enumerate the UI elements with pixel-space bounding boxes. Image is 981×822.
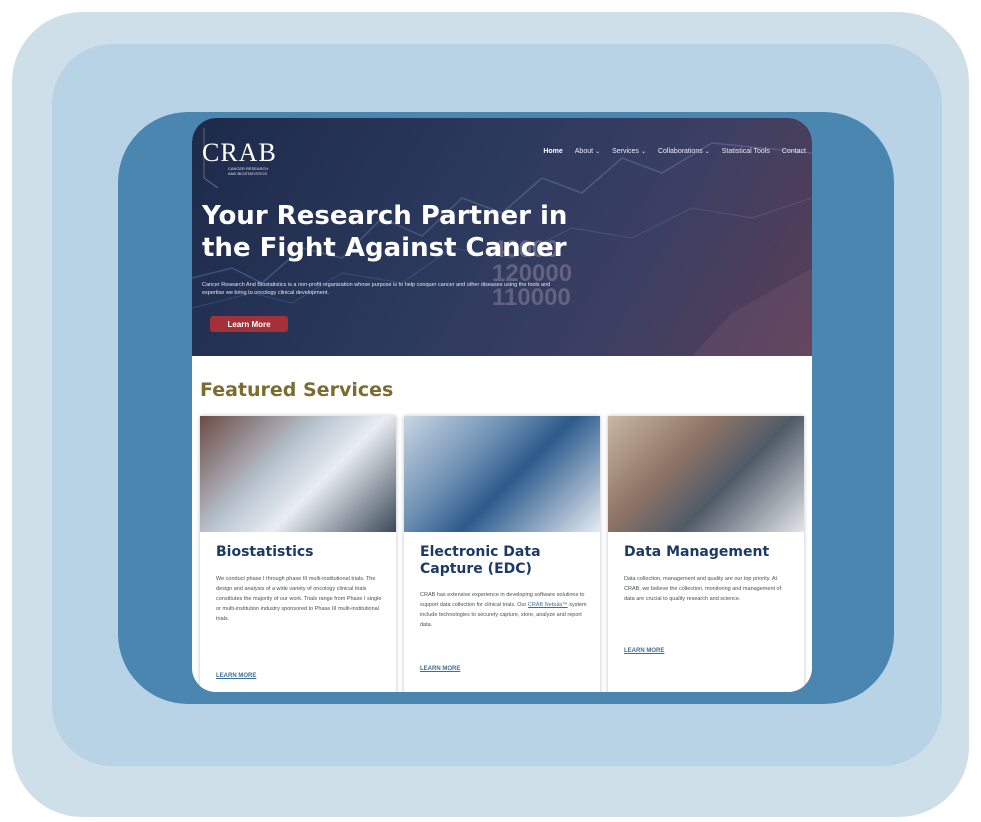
card-title: Biostatistics [216, 544, 314, 560]
website-screenshot: 40000 120000 110000 CRAB CANCER RESEARCH… [192, 118, 812, 692]
hero-description: Cancer Research And Biostatistics is a n… [202, 282, 551, 296]
nav-item-home[interactable]: Home [543, 148, 562, 155]
biostatistics-image [200, 416, 396, 532]
card-description: CRAB has extensive experience in develop… [420, 592, 587, 628]
service-card-edc: Electronic Data Capture (EDC) CRAB has e… [404, 416, 600, 692]
nav-item-about[interactable]: About ⌄ [575, 148, 600, 155]
card-description: Data collection, management and quality … [624, 576, 782, 602]
main-nav: Home About ⌄ Services ⌄ Collaborations ⌄ St… [543, 148, 806, 155]
hero-title-line1: Your Research Partner in [202, 201, 568, 231]
nav-item-services[interactable]: Services ⌄ [612, 148, 646, 155]
service-card-biostatistics: Biostatistics We conduct phase I through… [200, 416, 396, 692]
hero-section: 40000 120000 110000 CRAB CANCER RESEARCH… [192, 118, 812, 356]
nav-item-collaborations[interactable]: Collaborations ⌄ [658, 148, 710, 155]
hero-title-line2: the Fight Against Cancer [202, 233, 567, 263]
chevron-down-icon: ⌄ [595, 149, 601, 155]
featured-services-cards: Biostatistics We conduct phase I through… [200, 416, 804, 692]
logo-subtitle-line2: AND BIOSTATISTICS [228, 171, 267, 176]
crab-logo[interactable]: CRAB CANCER RESEARCH AND BIOSTATISTICS [202, 138, 277, 177]
card-title: Electronic Data Capture (EDC) [420, 544, 541, 577]
card-title: Data Management [624, 544, 770, 560]
learn-more-link[interactable]: LEARN MORE [216, 673, 256, 679]
learn-more-link[interactable]: LEARN MORE [420, 666, 460, 672]
crab-nebula-link[interactable]: CRAB Nebula™ [528, 602, 568, 608]
data-management-image [608, 416, 804, 532]
service-card-data-management: Data Management Data collection, managem… [608, 416, 804, 692]
logo-text: CRAB [202, 138, 277, 167]
featured-services-title: Featured Services [200, 379, 394, 401]
nav-item-statistical-tools[interactable]: Statistical Tools [722, 148, 770, 155]
hero-title: Your Research Partner in the Fight Again… [202, 200, 602, 264]
edc-image [404, 416, 600, 532]
chevron-down-icon: ⌄ [640, 149, 646, 155]
learn-more-link[interactable]: LEARN MORE [624, 648, 664, 654]
card-description: We conduct phase I through phase III mul… [216, 576, 382, 622]
learn-more-button[interactable]: Learn More [210, 316, 288, 332]
chevron-down-icon: ⌄ [704, 149, 710, 155]
nav-item-contact[interactable]: Contact [782, 148, 806, 155]
